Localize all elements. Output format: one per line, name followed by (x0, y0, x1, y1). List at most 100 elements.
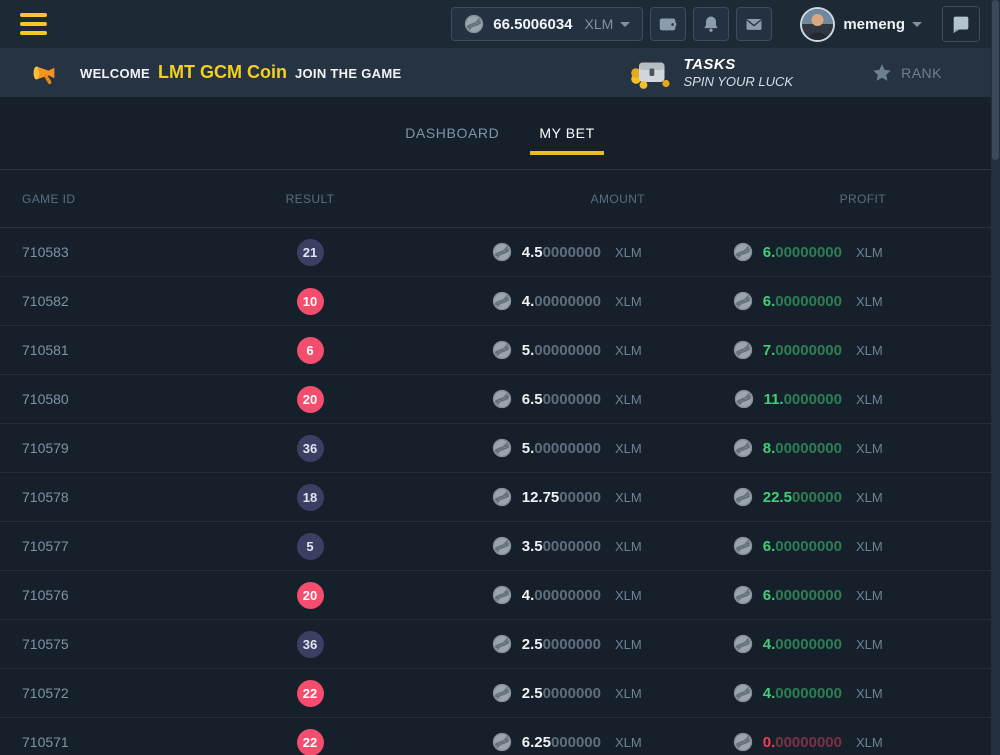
amount-currency: XLM (615, 294, 645, 309)
result-badge: 36 (297, 435, 324, 462)
wallet-button[interactable] (650, 7, 686, 41)
rank-shortcut[interactable]: RANK (871, 62, 942, 84)
tab-dashboard[interactable]: DASHBOARD (403, 97, 501, 169)
tasks-shortcut[interactable]: TASKS SPIN YOUR LUCK (630, 55, 794, 91)
table-row: 710575 36 2.50000000 XLM 4.000000 (0, 620, 1000, 669)
amount-value: 5.00000000 (522, 440, 601, 457)
stellar-coin-icon (733, 487, 753, 507)
profit-cell: 4.00000000 XLM (645, 683, 1000, 703)
profit-value: 11.0000000 (764, 391, 842, 408)
tab-my-bet[interactable]: MY BET (537, 97, 596, 169)
amount-cell: 2.50000000 XLM (350, 634, 645, 654)
chat-toggle-button[interactable] (942, 6, 980, 42)
table-row: 710580 20 6.50000000 XLM 11.00000 (0, 375, 1000, 424)
notifications-button[interactable] (693, 7, 729, 41)
hamburger-menu-icon[interactable] (20, 13, 47, 35)
scrollbar[interactable] (991, 0, 1000, 755)
game-id: 710572 (0, 685, 270, 701)
chat-icon (950, 13, 972, 35)
result-badge: 6 (297, 337, 324, 364)
profit-value: 6.00000000 (763, 293, 842, 310)
my-bet-table: GAME ID RESULT AMOUNT PROFIT 710583 21 4… (0, 170, 1000, 755)
profit-cell: 7.00000000 XLM (645, 340, 1000, 360)
amount-currency: XLM (615, 686, 645, 701)
profit-cell: 4.00000000 XLM (645, 634, 1000, 654)
game-id: 710582 (0, 293, 270, 309)
stellar-coin-icon (733, 683, 753, 703)
amount-cell: 12.7500000 XLM (350, 487, 645, 507)
amount-cell: 4.50000000 XLM (350, 242, 645, 262)
coin-name: LMT GCM Coin (158, 62, 287, 83)
profit-value: 6.00000000 (763, 244, 842, 261)
stellar-coin-icon (492, 291, 512, 311)
profit-currency: XLM (856, 490, 886, 505)
amount-currency: XLM (615, 588, 645, 603)
balance-selector[interactable]: 66.5006034 XLM (451, 7, 643, 41)
game-id: 710576 (0, 587, 270, 603)
stellar-coin-icon (492, 487, 512, 507)
profit-value: 6.00000000 (763, 538, 842, 555)
profit-currency: XLM (856, 441, 886, 456)
stellar-coin-icon (733, 634, 753, 654)
result-badge: 18 (297, 484, 324, 511)
table-row: 710581 6 5.00000000 XLM 7.0000000 (0, 326, 1000, 375)
user-menu-chevron-icon[interactable] (912, 22, 922, 27)
stellar-coin-icon (733, 242, 753, 262)
welcome-label: WELCOME (80, 66, 150, 81)
amount-currency: XLM (615, 735, 645, 750)
stellar-coin-icon (492, 438, 512, 458)
tasks-title: TASKS (684, 56, 794, 73)
header-result: RESULT (270, 192, 350, 206)
table-header: GAME ID RESULT AMOUNT PROFIT (0, 170, 1000, 228)
amount-currency: XLM (615, 539, 645, 554)
stellar-coin-icon (492, 536, 512, 556)
amount-cell: 4.00000000 XLM (350, 291, 645, 311)
profit-currency: XLM (856, 245, 886, 260)
balance-amount: 66.5006034 (493, 16, 572, 33)
stellar-coin-icon (733, 438, 753, 458)
table-row: 710572 22 2.50000000 XLM 4.000000 (0, 669, 1000, 718)
profit-value: 4.00000000 (763, 685, 842, 702)
amount-value: 2.50000000 (522, 685, 601, 702)
result-badge: 36 (297, 631, 324, 658)
amount-cell: 4.00000000 XLM (350, 585, 645, 605)
stellar-coin-icon (733, 732, 753, 752)
profit-cell: 6.00000000 XLM (645, 536, 1000, 556)
amount-value: 4.50000000 (522, 244, 601, 261)
stellar-coin-icon (492, 340, 512, 360)
amount-cell: 5.00000000 XLM (350, 438, 645, 458)
amount-value: 6.25000000 (522, 734, 601, 751)
join-label: JOIN THE GAME (295, 66, 401, 81)
table-row: 710583 21 4.50000000 XLM 6.000000 (0, 228, 1000, 277)
amount-cell: 6.25000000 XLM (350, 732, 645, 752)
amount-currency: XLM (615, 490, 645, 505)
stellar-coin-icon (492, 732, 512, 752)
messages-button[interactable] (736, 7, 772, 41)
amount-value: 6.50000000 (522, 391, 601, 408)
profit-cell: 6.00000000 XLM (645, 585, 1000, 605)
amount-cell: 3.50000000 XLM (350, 536, 645, 556)
stellar-coin-icon (492, 242, 512, 262)
table-row: 710571 22 6.25000000 XLM 0.000000 (0, 718, 1000, 755)
avatar[interactable] (802, 9, 833, 40)
stellar-coin-icon (492, 683, 512, 703)
announcement-banner: WELCOME LMT GCM Coin JOIN THE GAME TASKS… (0, 48, 1000, 97)
game-id: 710578 (0, 489, 270, 505)
game-id: 710583 (0, 244, 270, 260)
game-id: 710575 (0, 636, 270, 652)
amount-cell: 2.50000000 XLM (350, 683, 645, 703)
amount-currency: XLM (615, 637, 645, 652)
profit-value: 22.5000000 (763, 489, 842, 506)
result-badge: 20 (297, 386, 324, 413)
result-badge: 21 (297, 239, 324, 266)
username[interactable]: memeng (843, 16, 905, 33)
result-badge: 5 (297, 533, 324, 560)
result-badge: 10 (297, 288, 324, 315)
result-badge: 20 (297, 582, 324, 609)
header-amount: AMOUNT (350, 192, 645, 206)
stellar-coin-icon (734, 389, 754, 409)
amount-value: 2.50000000 (522, 636, 601, 653)
game-id: 710577 (0, 538, 270, 554)
scrollbar-thumb[interactable] (992, 0, 999, 160)
amount-value: 4.00000000 (522, 587, 601, 604)
